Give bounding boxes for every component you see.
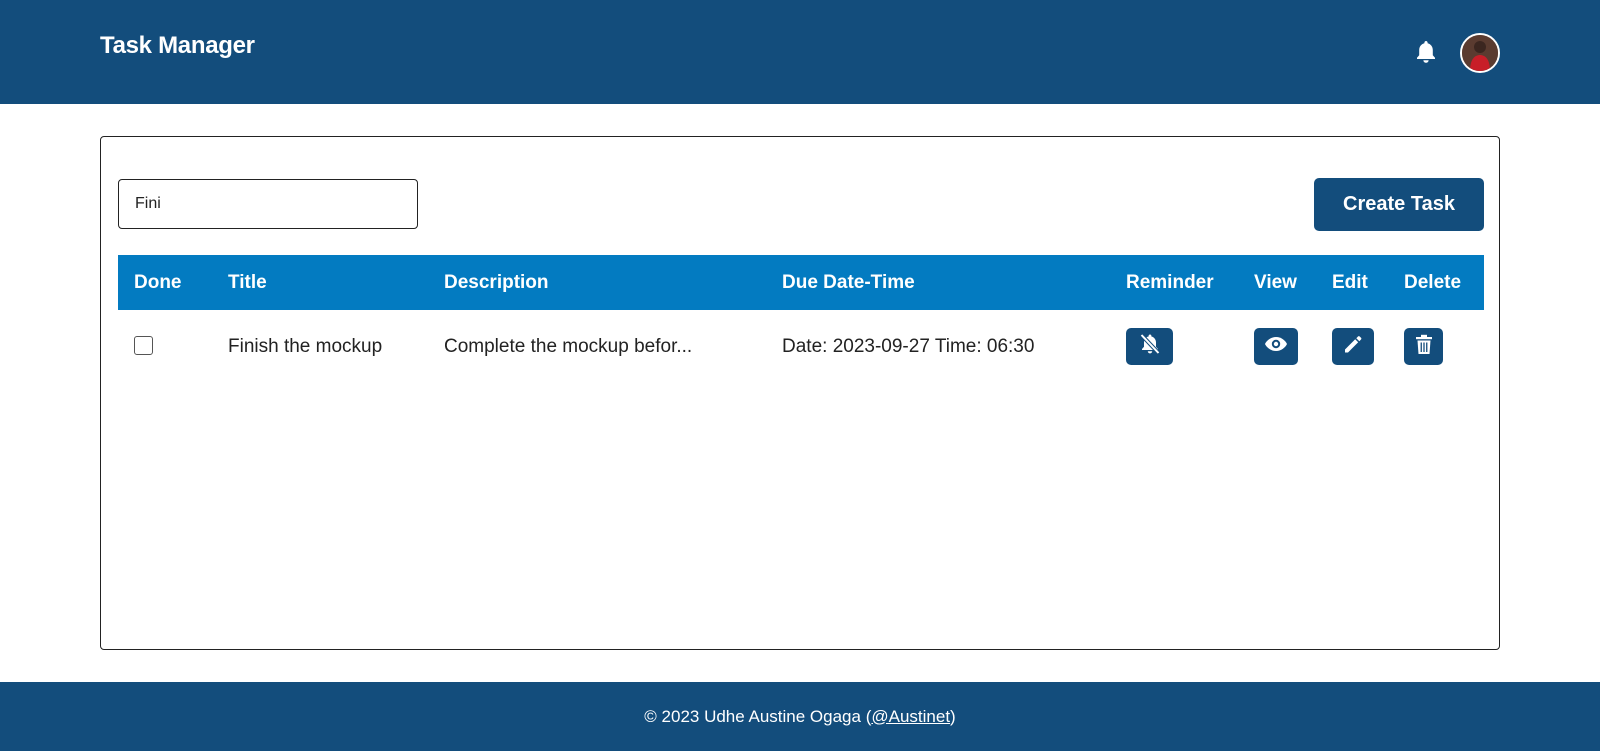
column-header-edit: Edit: [1332, 272, 1368, 293]
top-navbar: Task Manager: [0, 0, 1600, 104]
user-avatar[interactable]: [1460, 33, 1500, 73]
delete-button[interactable]: [1404, 328, 1443, 365]
column-header-description: Description: [444, 272, 549, 293]
author-link[interactable]: @Austinet: [871, 707, 950, 727]
column-header-due-date-time: Due Date-Time: [782, 272, 915, 293]
task-title: Finish the mockup: [228, 336, 383, 357]
footer-closing-paren: ): [950, 706, 956, 726]
footer: © 2023 Udhe Austine Ogaga ( @Austinet ): [0, 682, 1600, 751]
task-due-date-time: Date: 2023-09-27 Time: 06:30: [782, 336, 1035, 357]
trash-icon: [1415, 334, 1433, 360]
bell-slash-icon: [1138, 333, 1162, 360]
edit-button[interactable]: [1332, 328, 1374, 365]
column-header-reminder: Reminder: [1126, 272, 1214, 293]
bell-icon[interactable]: [1413, 38, 1439, 66]
task-description: Complete the mockup befor...: [444, 336, 693, 357]
column-header-delete: Delete: [1404, 272, 1462, 293]
eye-icon: [1264, 336, 1288, 357]
column-header-view: View: [1254, 272, 1297, 293]
task-panel: Create Task Done Title Description Due D…: [100, 136, 1500, 650]
app-title: Task Manager: [100, 32, 255, 59]
table-header: Done Title Description Due Date-Time Rem…: [118, 255, 1484, 310]
view-button[interactable]: [1254, 328, 1298, 365]
footer-copyright: © 2023 Udhe Austine Ogaga (: [644, 706, 872, 726]
column-header-title: Title: [228, 272, 267, 293]
search-input[interactable]: [118, 179, 418, 229]
pencil-icon: [1343, 334, 1363, 359]
column-header-done: Done: [134, 272, 182, 293]
done-checkbox[interactable]: [134, 336, 153, 355]
reminder-button[interactable]: [1126, 328, 1173, 365]
table-row: Finish the mockup Complete the mockup be…: [118, 312, 1484, 382]
create-task-button[interactable]: Create Task: [1314, 178, 1484, 231]
